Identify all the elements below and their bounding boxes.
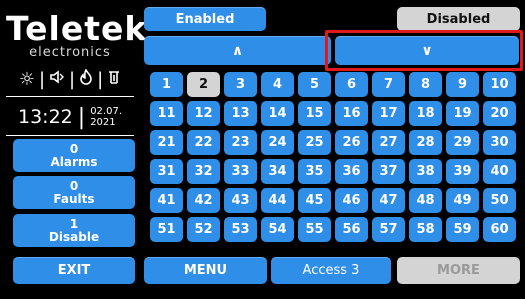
menu-button[interactable]: MENU [144, 257, 267, 284]
zone-button[interactable]: 3 [224, 72, 257, 97]
zone-button[interactable]: 47 [372, 188, 405, 213]
clock-date-top: 02.07. [90, 106, 122, 117]
zone-button[interactable]: 38 [409, 159, 442, 184]
flame-icon [79, 67, 93, 90]
zone-button[interactable]: 34 [261, 159, 294, 184]
zone-button[interactable]: 41 [150, 188, 183, 213]
zone-button[interactable]: 32 [187, 159, 220, 184]
scroll-up-button[interactable]: ∧ [144, 36, 331, 65]
zone-button[interactable]: 12 [187, 101, 220, 126]
bell-icon [107, 69, 121, 90]
zone-button[interactable]: 42 [187, 188, 220, 213]
zone-button[interactable]: 58 [409, 217, 442, 242]
disable-count: 1 [69, 216, 79, 231]
clock-date: 02.07. 2021 [90, 106, 122, 128]
zone-button[interactable]: 50 [483, 188, 516, 213]
status-icons: ☼ | | | [6, 66, 134, 92]
zone-button[interactable]: 49 [446, 188, 479, 213]
logo-brand: Teletek [6, 9, 148, 48]
zone-button[interactable]: 22 [187, 130, 220, 155]
zone-button[interactable]: 27 [372, 130, 405, 155]
sun-icon: ☼ [18, 68, 35, 90]
zone-button[interactable]: 28 [409, 130, 442, 155]
zone-button[interactable]: 51 [150, 217, 183, 242]
zone-button[interactable]: 5 [298, 72, 331, 97]
zone-button[interactable]: 60 [483, 217, 516, 242]
zone-button[interactable]: 40 [483, 159, 516, 184]
zone-button[interactable]: 13 [224, 101, 257, 126]
access-level-button[interactable]: Access 3 [271, 257, 391, 284]
zone-button[interactable]: 45 [298, 188, 331, 213]
zone-button[interactable]: 43 [224, 188, 257, 213]
scroll-down-button[interactable]: ∨ [335, 36, 519, 65]
zone-button[interactable]: 46 [335, 188, 368, 213]
zone-button[interactable]: 4 [261, 72, 294, 97]
logo: Teletek electronics [6, 9, 148, 60]
zone-button[interactable]: 31 [150, 159, 183, 184]
zone-button[interactable]: 6 [335, 72, 368, 97]
zone-button[interactable]: 10 [483, 72, 516, 97]
zone-button[interactable]: 39 [446, 159, 479, 184]
alarms-button[interactable]: 0 Alarms [13, 139, 135, 172]
clock-divider-bottom [6, 135, 134, 136]
zone-button[interactable]: 55 [298, 217, 331, 242]
faults-button[interactable]: 0 Faults [13, 176, 135, 209]
zone-button[interactable]: 56 [335, 217, 368, 242]
alarms-label: Alarms [50, 154, 98, 169]
zone-button[interactable]: 33 [224, 159, 257, 184]
zone-button[interactable]: 14 [261, 101, 294, 126]
zone-button[interactable]: 36 [335, 159, 368, 184]
zone-button[interactable]: 52 [187, 217, 220, 242]
zone-button[interactable]: 17 [372, 101, 405, 126]
zone-button[interactable]: 59 [446, 217, 479, 242]
zone-button[interactable]: 18 [409, 101, 442, 126]
disabled-button[interactable]: Disabled [397, 7, 520, 31]
zone-grid: 1 2 3 4 5 6 7 8 9 10 11 12 13 14 15 16 17 18 19 20 21 22 23 24 2… [150, 72, 516, 242]
faults-label: Faults [53, 191, 95, 206]
clock: 13:22 | 02.07. 2021 [18, 104, 122, 130]
zone-button[interactable]: 25 [298, 130, 331, 155]
zone-button[interactable]: 2 [187, 72, 220, 97]
zone-button[interactable]: 48 [409, 188, 442, 213]
more-button[interactable]: MORE [397, 257, 520, 284]
exit-button[interactable]: EXIT [13, 257, 135, 284]
clock-date-bottom: 2021 [90, 117, 116, 128]
disable-label: Disable [48, 229, 100, 244]
zone-button[interactable]: 23 [224, 130, 257, 155]
zone-button[interactable]: 35 [298, 159, 331, 184]
zone-button[interactable]: 15 [298, 101, 331, 126]
zone-button[interactable]: 53 [224, 217, 257, 242]
chevron-up-icon: ∧ [231, 42, 244, 59]
zone-button[interactable]: 11 [150, 101, 183, 126]
zone-button[interactable]: 26 [335, 130, 368, 155]
zone-button[interactable]: 29 [446, 130, 479, 155]
zone-button[interactable]: 37 [372, 159, 405, 184]
zone-button[interactable]: 21 [150, 130, 183, 155]
zone-button[interactable]: 54 [261, 217, 294, 242]
faults-count: 0 [69, 178, 79, 193]
zone-button[interactable]: 9 [446, 72, 479, 97]
disable-button[interactable]: 1 Disable [13, 214, 135, 247]
clock-divider-top [6, 96, 134, 97]
zone-button[interactable]: 1 [150, 72, 183, 97]
alarms-count: 0 [69, 141, 79, 156]
zone-button[interactable]: 8 [409, 72, 442, 97]
enabled-button[interactable]: Enabled [144, 7, 266, 31]
speaker-icon [49, 69, 65, 90]
chevron-down-icon: ∨ [421, 42, 433, 59]
zone-button[interactable]: 44 [261, 188, 294, 213]
zone-button[interactable]: 30 [483, 130, 516, 155]
zone-button[interactable]: 16 [335, 101, 368, 126]
zone-button[interactable]: 20 [483, 101, 516, 126]
clock-time: 13:22 [18, 106, 73, 128]
zone-button[interactable]: 24 [261, 130, 294, 155]
zone-button[interactable]: 19 [446, 101, 479, 126]
zone-button[interactable]: 7 [372, 72, 405, 97]
zone-button[interactable]: 57 [372, 217, 405, 242]
